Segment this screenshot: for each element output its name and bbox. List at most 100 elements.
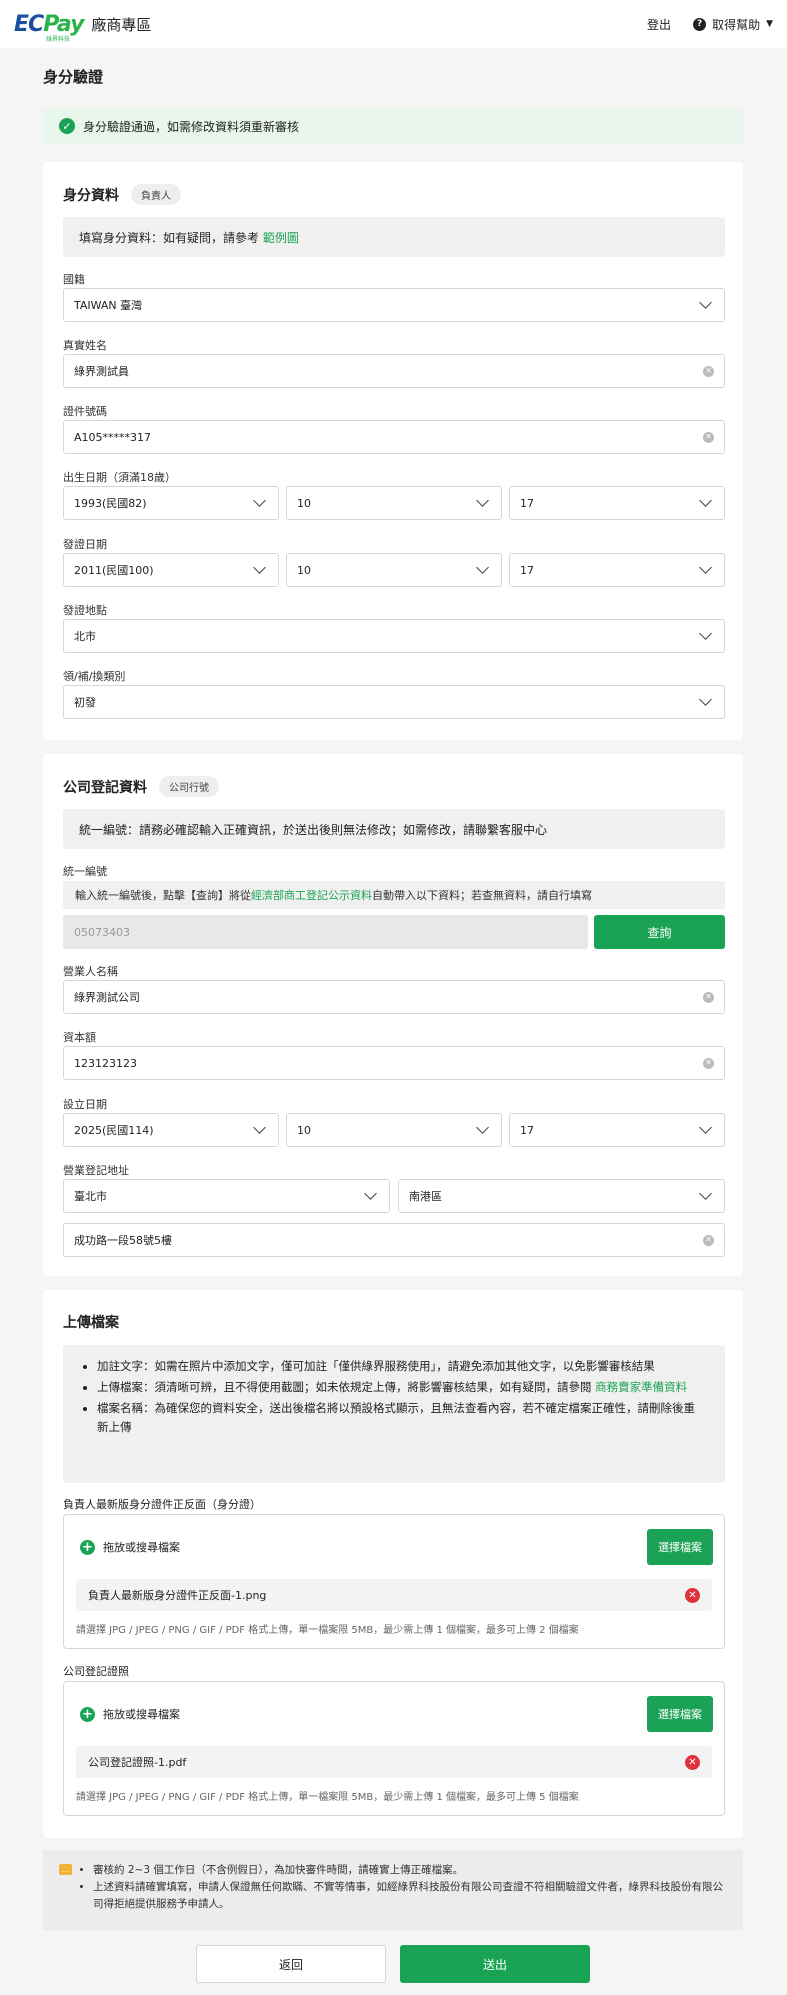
district-select[interactable]: 南港區 [398,1179,725,1213]
birth-date-label: 出生日期（須滿18歲） [63,471,176,484]
founded-day-select[interactable]: 17 [509,1113,725,1147]
plus-icon: + [80,1706,95,1722]
name-input[interactable]: 綠界測試員 ✕ [63,354,725,388]
id-doc-dropzone[interactable]: + 拖放或搜尋檔案 [80,1539,180,1555]
identity-card: 身分資料 負責人 填寫身分資料：如有疑問，請參考 範例圖 國籍 TAIWAN 臺… [43,162,743,740]
ecpay-logo[interactable]: ECPay 綠界科技 廠商專區 [14,11,152,43]
caret-down-icon: ▼ [766,19,773,29]
city-select[interactable]: 臺北市 [63,1179,390,1213]
alert-text: 身分驗證通過，如需修改資料須重新審核 [83,119,300,134]
birth-day-select[interactable]: 17 [509,486,725,520]
chevron-down-icon [699,627,712,640]
capital-input[interactable]: 123123123 ✕ [63,1046,725,1080]
company-title: 公司登記資料 公司行號 [63,776,219,797]
clear-icon[interactable]: ✕ [703,431,714,443]
issue-date-label: 發證日期 [63,538,107,551]
reg-doc-uploader[interactable]: + 拖放或搜尋檔案 選擇檔案 公司登記證照-1.pdf ✕ 請選擇 JPG / … [63,1681,725,1816]
upload-notes: 加註文字：如需在照片中添加文字，僅可加註「僅供綠界服務使用」，請避免添加其他文字… [63,1345,725,1483]
nationality-label: 國籍 [63,273,85,286]
address-label: 營業登記地址 [63,1164,129,1177]
name-label: 真實姓名 [63,339,107,352]
page-title: 身分驗證 [43,68,104,86]
notice-icon: … [59,1864,72,1875]
company-card: 公司登記資料 公司行號 統一編號：請務必確認輸入正確資訊，於送出後則無法修改；如… [43,754,743,1276]
remove-file-icon[interactable]: ✕ [685,1587,700,1603]
tax-id-input[interactable]: 05073403 [63,915,588,949]
note-item: 加註文字：如需在照片中添加文字，僅可加註「僅供綠界服務使用」，請避免添加其他文字… [97,1357,705,1376]
footer-note-item: 上述資料請確實填寫，申請人保證無任何欺瞞、不實等情事，如經綠界科技股份有限公司查… [93,1879,727,1913]
portal-name: 廠商專區 [91,15,152,34]
birth-year-select[interactable]: 1993(民國82) [63,486,279,520]
back-button[interactable]: 返回 [196,1945,386,1983]
company-info: 統一編號：請務必確認輸入正確資訊，於送出後則無法修改；如需修改，請聯繫客服中心 [63,809,725,849]
chevron-down-icon [476,494,489,507]
chevron-down-icon [699,1187,712,1200]
company-type-tag: 公司行號 [159,776,219,797]
chevron-down-icon [253,561,266,574]
uploaded-file-row: 公司登記證照-1.pdf ✕ [76,1746,712,1778]
birth-month-select[interactable]: 10 [286,486,502,520]
choose-file-button[interactable]: 選擇檔案 [647,1696,713,1732]
chevron-down-icon [699,561,712,574]
identity-title: 身分資料 負責人 [63,184,181,205]
identity-info: 填寫身分資料：如有疑問，請參考 範例圖 [63,217,725,257]
issue-place-select[interactable]: 北市 [63,619,725,653]
id-doc-uploader[interactable]: + 拖放或搜尋檔案 選擇檔案 負責人最新版身分證件正反面-1.png ✕ 請選擇… [63,1514,725,1649]
help-label: 取得幫助 [712,17,761,32]
issue-place-label: 發證地點 [63,604,107,617]
note-item: 上傳檔案：須清晰可辨，且不得使用截圖；如未依規定上傳，將影響審核結果，如有疑問，… [97,1378,705,1397]
top-bar: ECPay 綠界科技 廠商專區 登出 ? 取得幫助 ▼ [0,0,787,48]
chevron-down-icon [699,296,712,309]
footer-notes: … 審核約 2~3 個工作日（不含例假日），為加快審件時間，請確實上傳正確檔案。… [43,1850,743,1930]
tax-id-label: 統一編號 [63,865,107,878]
business-name-label: 營業人名稱 [63,965,118,978]
issue-type-label: 領/補/換類別 [63,670,126,683]
reg-doc-hint: 請選擇 JPG / JPEG / PNG / GIF / PDF 格式上傳，單一… [76,1792,579,1803]
reg-doc-dropzone[interactable]: + 拖放或搜尋檔案 [80,1706,180,1722]
business-name-input[interactable]: 綠界測試公司 ✕ [63,980,725,1014]
note-item: 檔案名稱：為確保您的資料安全，送出後檔名將以預設格式顯示，且無法查看內容，若不確… [97,1399,705,1437]
id-doc-hint: 請選擇 JPG / JPEG / PNG / GIF / PDF 格式上傳，單一… [76,1625,579,1636]
clear-icon[interactable]: ✕ [703,1234,714,1246]
chevron-down-icon [476,1121,489,1134]
check-circle-icon: ✓ [59,118,75,134]
id-number-input[interactable]: A105*****317 ✕ [63,420,725,454]
logout-link[interactable]: 登出 [647,16,671,33]
chevron-down-icon [699,1121,712,1134]
nationality-select[interactable]: TAIWAN 臺灣 [63,288,725,322]
issue-type-select[interactable]: 初發 [63,685,725,719]
tax-id-hint: 輸入統一編號後，點擊【查詢】將從 經濟部商工登記公示資料 自動帶入以下資料；若查無資… [63,881,725,909]
issue-day-select[interactable]: 17 [509,553,725,587]
help-menu[interactable]: ? 取得幫助 ▼ [693,16,773,33]
logo-mark: ECPay 綠界科技 [14,11,84,43]
issue-year-select[interactable]: 2011(民國100) [63,553,279,587]
clear-icon[interactable]: ✕ [703,365,714,377]
success-alert: ✓ 身分驗證通過，如需修改資料須重新審核 [43,108,743,144]
street-input[interactable]: 成功路一段58號5樓 ✕ [63,1223,725,1257]
founded-month-select[interactable]: 10 [286,1113,502,1147]
reg-doc-label: 公司登記證照 [63,1665,129,1678]
capital-label: 資本額 [63,1031,96,1044]
clear-icon[interactable]: ✕ [703,991,714,1003]
chevron-down-icon [253,1121,266,1134]
founded-year-select[interactable]: 2025(民國114) [63,1113,279,1147]
upload-title: 上傳檔案 [63,1315,119,1331]
choose-file-button[interactable]: 選擇檔案 [647,1529,713,1565]
seller-guide-link[interactable]: 商務賣家準備資料 [595,1380,687,1394]
clear-icon[interactable]: ✕ [703,1057,714,1069]
chevron-down-icon [253,494,266,507]
id-number-label: 證件號碼 [63,405,107,418]
footer-note-item: 審核約 2~3 個工作日（不含例假日），為加快審件時間，請確實上傳正確檔案。 [93,1862,727,1879]
uploaded-file-row: 負責人最新版身分證件正反面-1.png ✕ [76,1579,712,1611]
submit-button[interactable]: 送出 [400,1945,590,1983]
query-button[interactable]: 查詢 [594,915,725,949]
chevron-down-icon [476,561,489,574]
remove-file-icon[interactable]: ✕ [685,1754,700,1770]
upload-card: 上傳檔案 加註文字：如需在照片中添加文字，僅可加註「僅供綠界服務使用」，請避免添… [43,1290,743,1838]
issue-month-select[interactable]: 10 [286,553,502,587]
chevron-down-icon [699,494,712,507]
founded-date-label: 設立日期 [63,1098,107,1111]
registry-link[interactable]: 經濟部商工登記公示資料 [251,887,372,903]
role-tag: 負責人 [131,184,181,205]
example-link[interactable]: 範例圖 [263,229,299,246]
